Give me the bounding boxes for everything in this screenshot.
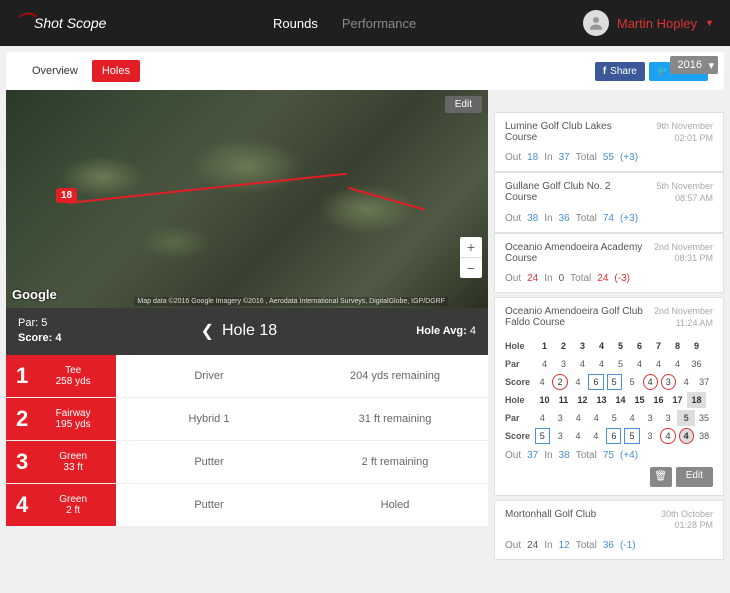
user-caret-icon: ▼	[705, 18, 714, 28]
round-card[interactable]: Oceanio Amendoeira Academy Course2nd Nov…	[494, 233, 724, 293]
shot-path	[68, 173, 347, 204]
nav-performance[interactable]: Performance	[342, 16, 416, 31]
shot-club: Driver	[116, 355, 302, 397]
edit-round-button[interactable]: Edit	[676, 467, 713, 487]
shot-row: 4Green2 ft Putter Holed	[6, 484, 488, 527]
shot-row: 3Green33 ft Putter 2 ft remaining	[6, 441, 488, 484]
zoom-in-button[interactable]: +	[460, 237, 482, 258]
shot-row: 1Tee258 yds Driver 204 yds remaining	[6, 355, 488, 398]
hole-map[interactable]: Edit 18 Google Map data ©2016 Google Ima…	[6, 90, 488, 308]
share-button[interactable]: fShare	[595, 62, 645, 81]
main-nav: Rounds Performance	[273, 16, 416, 31]
shot-remaining: Holed	[302, 484, 488, 526]
prev-hole-button[interactable]: ❮	[201, 321, 214, 341]
shot-club: Hybrid 1	[116, 398, 302, 440]
tab-overview[interactable]: Overview	[22, 60, 88, 82]
round-card[interactable]: Lumine Golf Club Lakes Course9th Novembe…	[494, 112, 724, 172]
toolbar: Overview Holes fShare 🐦Tweet 2016	[6, 52, 724, 90]
shot-remaining: 31 ft remaining	[302, 398, 488, 440]
hole-summary-bar: Par: 5 Score: 4 ❮ Hole 18 Hole Avg: 4	[6, 308, 488, 355]
round-card[interactable]: Mortonhall Golf Club 30th October01:28 P…	[494, 500, 724, 560]
shot-remaining: 204 yds remaining	[302, 355, 488, 397]
round-card[interactable]: Gullane Golf Club No. 2 Course5th Novemb…	[494, 172, 724, 232]
google-logo: Google	[12, 287, 57, 302]
shot-row: 2Fairway195 yds Hybrid 1 31 ft remaining	[6, 398, 488, 441]
delete-round-button[interactable]: 🗑	[650, 467, 672, 487]
tab-holes[interactable]: Holes	[92, 60, 140, 82]
map-edit-button[interactable]: Edit	[445, 96, 482, 113]
avatar-icon	[583, 10, 609, 36]
map-zoom: + −	[460, 237, 482, 278]
map-attribution: Map data ©2016 Google Imagery ©2016 , Ae…	[134, 297, 448, 306]
logo: ⌒Shot Scope	[16, 15, 106, 31]
user-name: Martin Hopley	[617, 16, 697, 31]
zoom-out-button[interactable]: −	[460, 258, 482, 278]
year-select[interactable]: 2016	[670, 56, 718, 74]
round-name[interactable]: Oceanio Amendoeira Golf Club Faldo Cours…	[505, 306, 645, 329]
hole-title: Hole 18	[222, 322, 277, 340]
shot-remaining: 2 ft remaining	[302, 441, 488, 483]
shot-club: Putter	[116, 484, 302, 526]
shot-club: Putter	[116, 441, 302, 483]
user-menu[interactable]: Martin Hopley ▼	[583, 10, 714, 36]
app-header: ⌒Shot Scope Rounds Performance Martin Ho…	[0, 0, 730, 46]
round-card-expanded: Oceanio Amendoeira Golf Club Faldo Cours…	[494, 297, 724, 495]
nav-rounds[interactable]: Rounds	[273, 16, 318, 31]
